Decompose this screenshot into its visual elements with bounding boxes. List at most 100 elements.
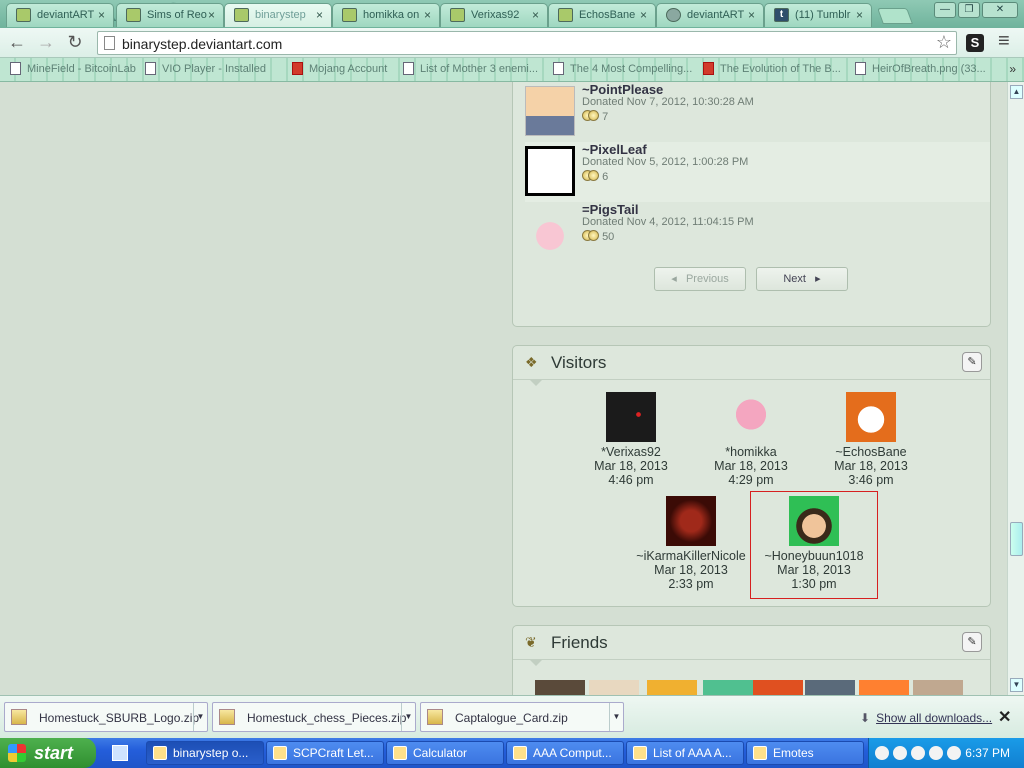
visitor-name[interactable]: ~EchosBane — [806, 445, 936, 459]
start-button[interactable]: start — [0, 738, 96, 768]
visitor-name[interactable]: *homikka — [686, 445, 816, 459]
avatar[interactable] — [789, 496, 839, 546]
visitor-name[interactable]: ~iKarmaKillerNicole — [626, 549, 756, 563]
edit-icon[interactable]: ✎ — [962, 632, 982, 652]
bookmark-star-icon[interactable]: ☆ — [936, 32, 952, 53]
reload-icon[interactable]: ↻ — [64, 33, 86, 53]
taskbar-item[interactable]: List of AAA A... — [626, 741, 744, 765]
tab-sims[interactable]: Sims of Reo × — [116, 3, 224, 27]
avatar[interactable] — [859, 680, 909, 695]
close-icon[interactable]: × — [532, 4, 539, 26]
bookmark-item[interactable]: Mojang Account — [292, 62, 387, 75]
close-icon[interactable]: × — [856, 4, 863, 26]
edit-icon[interactable]: ✎ — [962, 352, 982, 372]
chevron-down-icon[interactable]: ▼ — [609, 703, 623, 731]
close-icon[interactable]: × — [640, 4, 647, 26]
tab-deviantart-2[interactable]: deviantART × — [656, 3, 764, 27]
close-icon[interactable]: × — [98, 4, 105, 26]
visitor-item[interactable]: *Verixas92 Mar 18, 2013 4:46 pm — [566, 392, 696, 487]
donor-date: Donated Nov 4, 2012, 11:04:15 PM — [582, 216, 754, 228]
bookmark-item[interactable]: The Evolution of The B... — [703, 62, 841, 75]
scroll-up-icon[interactable]: ▲ — [1010, 85, 1023, 99]
tray-chrome-icon[interactable] — [911, 746, 925, 760]
visitor-item[interactable]: *homikka Mar 18, 2013 4:29 pm — [686, 392, 816, 487]
avatar[interactable] — [753, 680, 803, 695]
close-icon[interactable]: × — [316, 4, 323, 26]
tab-label: (11) Tumblr — [795, 9, 851, 21]
tray-volume-icon[interactable] — [947, 746, 961, 760]
restore-button[interactable]: ❐ — [958, 2, 980, 18]
avatar[interactable] — [606, 392, 656, 442]
tab-echosbane[interactable]: EchosBane × — [548, 3, 656, 27]
download-item[interactable]: Homestuck_SBURB_Logo.zip ▼ — [4, 702, 208, 732]
taskbar-item[interactable]: Calculator — [386, 741, 504, 765]
avatar[interactable] — [525, 86, 575, 136]
donor-name[interactable]: ~PointPlease — [582, 82, 663, 97]
close-icon[interactable]: × — [748, 4, 755, 26]
close-downloads-button[interactable]: ✕ — [998, 707, 1011, 727]
donor-name[interactable]: =PigsTail — [582, 202, 638, 217]
visitor-item[interactable]: ~EchosBane Mar 18, 2013 3:46 pm — [806, 392, 936, 487]
tab-homikka[interactable]: homikka on × — [332, 3, 440, 27]
avatar[interactable] — [805, 680, 855, 695]
avatar[interactable] — [589, 680, 639, 695]
address-bar[interactable]: binarystep.deviantart.com ☆ — [97, 31, 957, 55]
avatar[interactable] — [846, 392, 896, 442]
back-icon[interactable]: ← — [6, 33, 28, 53]
chevron-down-icon[interactable]: ▼ — [401, 703, 415, 731]
show-all-downloads-link[interactable]: ⬇ Show all downloads... — [860, 711, 992, 725]
avatar[interactable] — [703, 680, 753, 695]
next-button[interactable]: Next ▸ — [756, 267, 848, 291]
tab-verixas92[interactable]: Verixas92 × — [440, 3, 548, 27]
avatar[interactable] — [525, 146, 575, 196]
taskbar-item[interactable]: SCPCraft Let... — [266, 741, 384, 765]
close-icon[interactable]: × — [424, 4, 431, 26]
extension-icon[interactable]: S — [966, 34, 984, 52]
bookmark-item[interactable]: The 4 Most Compelling... — [553, 62, 692, 75]
avatar[interactable] — [535, 680, 585, 695]
new-tab-button[interactable] — [877, 8, 913, 24]
avatar[interactable] — [913, 680, 963, 695]
donor-name[interactable]: ~PixelLeaf — [582, 142, 647, 157]
downloads-bar: Homestuck_SBURB_Logo.zip ▼ Homestuck_che… — [0, 695, 1024, 738]
chevron-down-icon[interactable]: ▼ — [193, 703, 207, 731]
avatar[interactable] — [647, 680, 697, 695]
visitor-name[interactable]: ~Honeybuun1018 — [751, 549, 877, 563]
tab-strip: TITANUS deviantART × Sims of Reo × binar… — [0, 0, 1024, 28]
scroll-down-icon[interactable]: ▼ — [1010, 678, 1023, 692]
bookmarks-overflow-button[interactable]: » — [1009, 62, 1016, 76]
bookmark-item[interactable]: HeirOfBreath.png (33... — [855, 62, 986, 75]
visitor-name[interactable]: *Verixas92 — [566, 445, 696, 459]
download-item[interactable]: Homestuck_chess_Pieces.zip ▼ — [212, 702, 416, 732]
tab-binarystep[interactable]: binarystep × — [224, 3, 332, 27]
avatar[interactable] — [525, 206, 575, 256]
avatar[interactable] — [726, 392, 776, 442]
taskbar-item[interactable]: binarystep o... — [146, 741, 264, 765]
visitor-item-highlighted[interactable]: ~Honeybuun1018 Mar 18, 2013 1:30 pm — [750, 491, 878, 599]
taskbar-item[interactable]: AAA Comput... — [506, 741, 624, 765]
minimize-button[interactable]: — — [934, 2, 956, 18]
visitor-date: Mar 18, 2013 — [714, 459, 788, 473]
tab-tumblr[interactable]: t (11) Tumblr × — [764, 3, 872, 27]
bookmark-item[interactable]: VIO Player - Installed — [145, 62, 266, 75]
bookmark-item[interactable]: List of Mother 3 enemi... — [403, 62, 538, 75]
taskbar-item[interactable]: Emotes — [746, 741, 864, 765]
download-item[interactable]: Captalogue_Card.zip ▼ — [420, 702, 624, 732]
tab-deviantart[interactable]: deviantART × — [6, 3, 114, 27]
previous-button[interactable]: ◂ Previous — [654, 267, 746, 291]
clock: 6:37 PM — [965, 746, 1010, 760]
menu-icon[interactable]: ≡ — [998, 30, 1010, 53]
page-scrollbar[interactable]: ▲ ▼ — [1007, 82, 1024, 695]
bookmark-item[interactable]: MineField - BitcoinLab — [10, 62, 136, 75]
tray-arrow-icon[interactable] — [875, 746, 889, 760]
tray-network-icon[interactable] — [929, 746, 943, 760]
scrollbar-thumb[interactable] — [1010, 522, 1023, 556]
visitor-item[interactable]: ~iKarmaKillerNicole Mar 18, 2013 2:33 pm — [626, 496, 756, 591]
close-window-button[interactable]: ✕ — [982, 2, 1018, 18]
avatar[interactable] — [666, 496, 716, 546]
visitor-date: Mar 18, 2013 — [594, 459, 668, 473]
quick-launch-icon[interactable] — [112, 745, 128, 761]
forward-icon[interactable]: → — [35, 33, 57, 53]
tray-app-icon[interactable] — [893, 746, 907, 760]
close-icon[interactable]: × — [208, 4, 215, 26]
